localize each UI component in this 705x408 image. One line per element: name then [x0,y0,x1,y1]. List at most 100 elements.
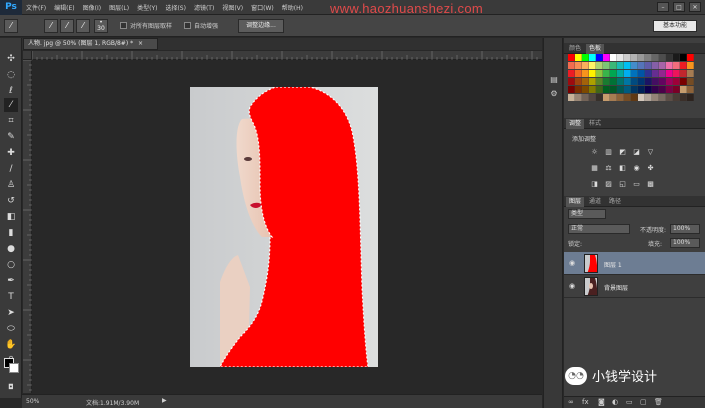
swatch-cell[interactable] [645,54,652,61]
auto-enhance-checkbox[interactable] [184,22,191,29]
new-adjustment-icon[interactable]: ◐ [612,398,618,406]
swatch-cell[interactable] [666,62,673,69]
hand-tool-icon[interactable]: ✋ [4,338,18,352]
swatch-cell[interactable] [610,70,617,77]
swatch-cell[interactable] [568,78,575,85]
blend-mode-select[interactable]: 正常 [568,224,630,234]
swatch-cell[interactable] [582,86,589,93]
swatch-cell[interactable] [596,86,603,93]
swatch-cell[interactable] [603,70,610,77]
add-to-selection-icon[interactable]: ⁄ [60,19,74,33]
exposure-icon[interactable]: ◪ [632,148,641,157]
swatch-cell[interactable] [568,54,575,61]
layer-name[interactable]: 背景图层 [604,283,628,292]
menu-image[interactable]: 图像(I) [79,3,105,12]
swatch-cell[interactable] [666,94,673,101]
swatch-cell[interactable] [687,86,694,93]
swatch-cell[interactable] [610,62,617,69]
workspace-select[interactable]: 基本功能 [653,20,697,32]
swatch-cell[interactable] [638,62,645,69]
swatch-cell[interactable] [624,78,631,85]
tab-swatches[interactable]: 色板 [586,44,605,54]
swatch-cell[interactable] [631,62,638,69]
swatch-cell[interactable] [659,54,666,61]
swatch-cell[interactable] [673,94,680,101]
visibility-eye-icon[interactable]: ◉ [569,259,577,267]
quick-mask-icon[interactable]: ◘ [4,380,18,394]
menu-filter[interactable]: 滤镜(T) [190,3,218,12]
close-button[interactable]: ✕ [689,2,701,12]
brush-size-picker[interactable]: • 30 [94,19,108,33]
swatch-cell[interactable] [659,94,666,101]
move-tool-icon[interactable]: ✣ [4,52,18,66]
history-icon[interactable]: ▤ [548,74,560,86]
swatch-cell[interactable] [645,70,652,77]
swatch-cell[interactable] [610,86,617,93]
swatch-cell[interactable] [624,62,631,69]
tab-layers[interactable]: 图层 [566,197,585,207]
layer-name[interactable]: 图层 1 [604,260,622,269]
swatch-cell[interactable] [659,78,666,85]
gradient-tool-icon[interactable]: ▮ [4,226,18,240]
swatch-cell[interactable] [589,62,596,69]
levels-icon[interactable]: ▥ [604,148,613,157]
swatch-cell[interactable] [568,86,575,93]
swatch-cell[interactable] [638,70,645,77]
swatch-cell[interactable] [617,70,624,77]
menu-select[interactable]: 选择(S) [161,3,190,12]
link-layers-icon[interactable]: ∞ [568,398,574,406]
document-tab-close[interactable]: × [138,40,143,47]
swatch-cell[interactable] [652,54,659,61]
swatch-cell[interactable] [645,94,652,101]
swatch-cell[interactable] [652,86,659,93]
swatch-cell[interactable] [631,54,638,61]
tab-styles[interactable]: 样式 [586,119,604,129]
black-white-icon[interactable]: ◧ [618,164,627,173]
tab-adjustments[interactable]: 调整 [566,119,585,129]
swatch-cell[interactable] [673,54,680,61]
document-canvas[interactable] [190,86,378,368]
swatch-cell[interactable] [638,54,645,61]
swatch-cell[interactable] [617,62,624,69]
swatch-cell[interactable] [638,94,645,101]
posterize-icon[interactable]: ▨ [604,180,613,189]
swatch-cell[interactable] [596,54,603,61]
tab-color[interactable]: 颜色 [566,44,584,54]
swatch-cell[interactable] [575,94,582,101]
swatch-cell[interactable] [575,78,582,85]
swatch-cell[interactable] [673,70,680,77]
swatch-cell[interactable] [568,62,575,69]
swatch-cell[interactable] [624,86,631,93]
document-tab[interactable]: 人物. jpg @ 50% (图层 1, RGB/8#) * × [23,38,158,50]
properties-icon[interactable]: ⚙ [548,88,560,100]
swatch-cell[interactable] [680,94,687,101]
swatch-cell[interactable] [582,70,589,77]
swatch-cell[interactable] [603,78,610,85]
swatch-cell[interactable] [610,78,617,85]
swatch-cell[interactable] [638,78,645,85]
swatch-cell[interactable] [603,54,610,61]
curves-icon[interactable]: ◩ [618,148,627,157]
fill-input[interactable]: 100% [670,238,700,248]
tab-channels[interactable]: 通道 [586,197,604,207]
dodge-tool-icon[interactable]: ○ [4,258,18,272]
swatch-cell[interactable] [617,54,624,61]
hue-saturation-icon[interactable]: ▦ [590,164,599,173]
swatch-cell[interactable] [610,54,617,61]
swatch-cell[interactable] [631,78,638,85]
swatch-cell[interactable] [687,78,694,85]
swatch-cell[interactable] [624,70,631,77]
swatch-cell[interactable] [603,94,610,101]
menu-help[interactable]: 帮助(H) [278,3,307,12]
delete-layer-icon[interactable]: 🗑 [654,398,663,406]
new-selection-icon[interactable]: ⁄ [44,19,58,33]
layer-style-icon[interactable]: fx [582,398,589,406]
photo-filter-icon[interactable]: ◉ [632,164,641,173]
layer-row-background[interactable]: ◉ 背景图层 [564,275,705,298]
healing-brush-tool-icon[interactable]: ✚ [4,146,18,160]
ellipse-tool-icon[interactable]: ⬭ [4,322,18,336]
swatch-cell[interactable] [631,86,638,93]
color-balance-icon[interactable]: ⚖ [604,164,613,173]
swatch-cell[interactable] [589,86,596,93]
invert-icon[interactable]: ◨ [590,180,599,189]
